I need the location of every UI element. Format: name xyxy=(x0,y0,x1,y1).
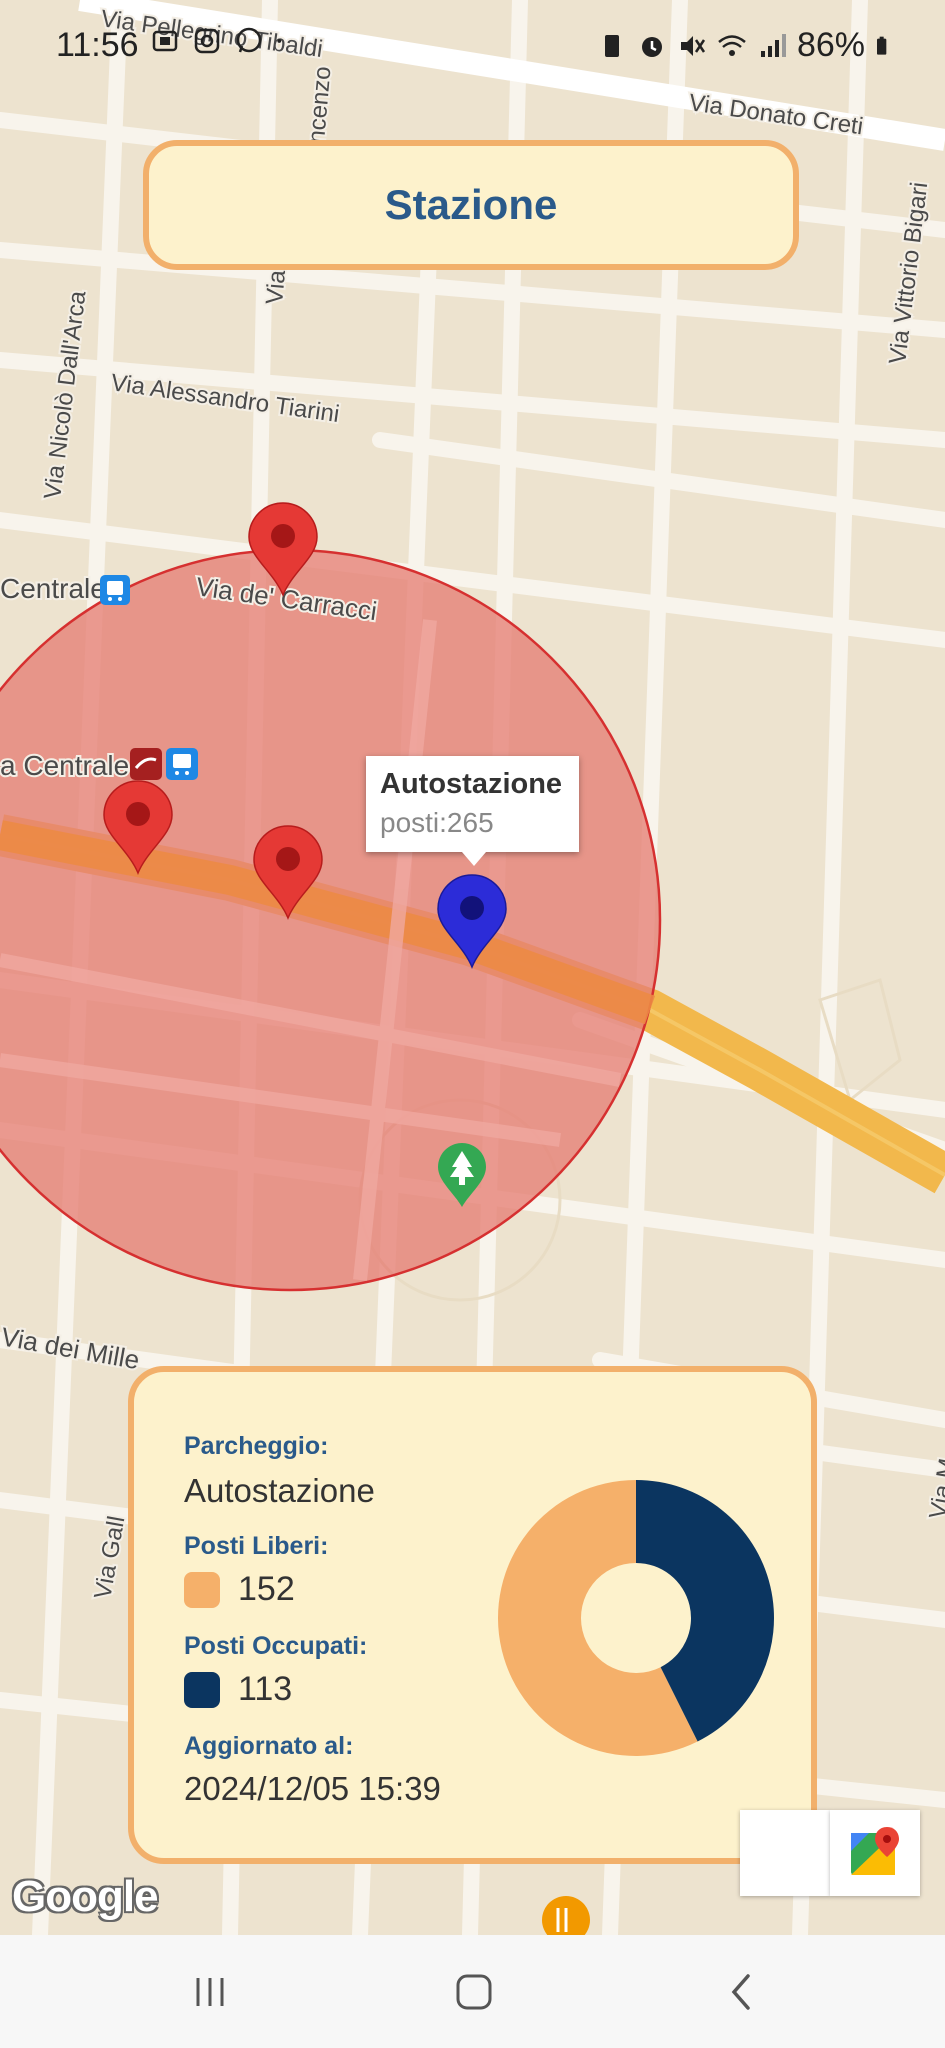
station-title: Stazione xyxy=(384,181,558,228)
alarm-icon xyxy=(641,36,662,57)
occupied-spots-swatch xyxy=(184,1672,220,1708)
battery-percent: 86% xyxy=(796,26,865,64)
free-spots-label: Posti Liberi: xyxy=(184,1532,329,1560)
place-label: a Centrale xyxy=(0,750,129,781)
battery-icon xyxy=(877,36,887,55)
bus-station-icon xyxy=(100,575,130,605)
bus-station-icon xyxy=(166,748,198,780)
status-bar: 11:56 86% xyxy=(0,0,945,90)
occupied-spots-value: 113 xyxy=(238,1670,293,1708)
parking-info-card: Parcheggio: Autostazione Posti Liberi: 1… xyxy=(128,1366,817,1864)
info-window-title: Autostazione xyxy=(380,768,563,800)
free-spots-value: 152 xyxy=(238,1570,295,1608)
parking-label: Parcheggio: xyxy=(184,1432,329,1460)
place-label: Centrale xyxy=(0,573,106,604)
home-icon xyxy=(456,1974,492,2010)
updated-value: 2024/12/05 15:39 xyxy=(184,1770,441,1807)
home-button[interactable] xyxy=(444,1965,504,2019)
station-title-panel: Stazione xyxy=(143,140,799,270)
battery-saver-icon xyxy=(604,34,619,57)
signal-icon xyxy=(760,33,786,57)
navigation-bar xyxy=(0,1935,945,2048)
system-icons: 86% xyxy=(597,26,895,65)
google-logo: Google xyxy=(12,1872,159,1921)
wifi-icon xyxy=(718,34,746,56)
notification-icons xyxy=(150,26,290,56)
parking-name: Autostazione xyxy=(184,1472,375,1509)
google-maps-icon xyxy=(851,1827,899,1875)
mute-icon xyxy=(680,35,705,56)
more-notifications-dot-icon xyxy=(277,39,282,43)
screenshot-icon xyxy=(152,30,178,52)
train-station-icon xyxy=(130,748,162,780)
occupancy-donut-chart xyxy=(498,1480,774,1756)
recent-apps-icon xyxy=(196,1978,224,2006)
updated-label: Aggiornato al: xyxy=(184,1732,354,1760)
instagram-icon xyxy=(194,28,220,54)
marker-info-window[interactable]: Autostazione posti:265 xyxy=(366,756,579,866)
info-window-subtitle: posti:265 xyxy=(380,807,494,838)
open-google-maps-button[interactable] xyxy=(830,1810,920,1896)
occupied-spots-label: Posti Occupati: xyxy=(184,1632,368,1660)
free-spots-swatch xyxy=(184,1572,220,1608)
directions-button[interactable] xyxy=(740,1810,830,1896)
recent-apps-button[interactable] xyxy=(180,1965,240,2019)
back-icon xyxy=(731,1974,750,2010)
back-button[interactable] xyxy=(712,1965,772,2019)
status-time: 11:56 xyxy=(56,26,139,64)
whatsapp-icon xyxy=(236,27,262,53)
street-label: Via xyxy=(261,268,291,305)
